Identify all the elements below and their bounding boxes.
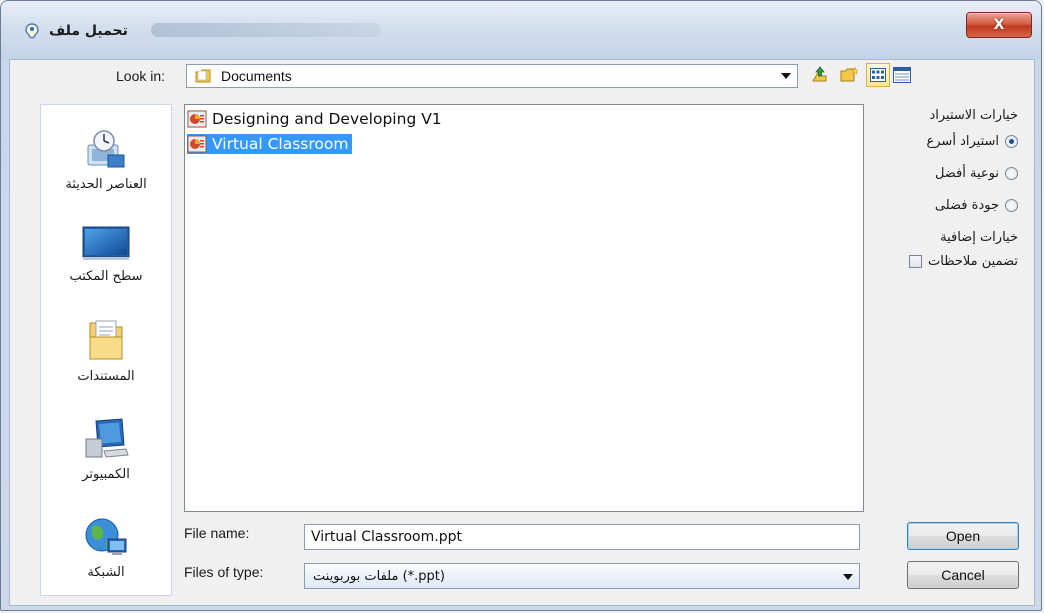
- list-item[interactable]: Designing and Developing V1: [187, 109, 446, 129]
- include-notes-label: تضمين ملاحظات: [928, 254, 1018, 269]
- dialog-title: تحميل ملف: [49, 23, 128, 39]
- close-icon: X: [993, 17, 1005, 33]
- title-group: تحميل ملف: [23, 19, 128, 43]
- look-in-dropdown[interactable]: Documents: [186, 64, 798, 88]
- radio-label: نوعية أفضل: [934, 166, 999, 181]
- include-notes-option[interactable]: تضمين ملاحظات: [909, 254, 1018, 269]
- files-of-type-value: ملفات بوربوينت (*.ppt): [313, 568, 445, 584]
- place-label: الكمبيوتر: [82, 467, 130, 482]
- place-label: الشبكة: [87, 565, 125, 580]
- file-list[interactable]: Designing and Developing V1 Virtual Clas…: [184, 104, 864, 512]
- cancel-button[interactable]: Cancel: [907, 561, 1019, 589]
- file-name: Virtual Classroom: [212, 135, 349, 153]
- look-in-value: Documents: [221, 68, 292, 84]
- title-blur-decoration: [151, 23, 381, 37]
- recent-items-icon: [87, 130, 125, 168]
- import-options-heading: خيارات الاستيراد: [929, 108, 1018, 123]
- details-view-button[interactable]: [890, 63, 914, 87]
- file-name: Designing and Developing V1: [212, 110, 442, 128]
- place-network[interactable]: الشبكة: [41, 515, 171, 580]
- list-view-icon: [870, 68, 886, 82]
- file-open-dialog: تحميل ملف X Look in: Documents العناصر ا…: [0, 0, 1042, 611]
- new-folder-icon: [840, 66, 859, 82]
- dialog-body: Look in: Documents العناصر الحديثة سطح ا…: [9, 59, 1035, 606]
- list-item[interactable]: Virtual Classroom: [187, 134, 353, 154]
- dialog-app-icon: [25, 23, 39, 39]
- place-label: العناصر الحديثة: [65, 177, 147, 192]
- details-view-icon: [893, 67, 911, 83]
- title-bar[interactable]: تحميل ملف X: [1, 1, 1041, 59]
- files-of-type-label: Files of type:: [184, 564, 264, 580]
- chevron-down-icon: [781, 73, 791, 79]
- radio-label: جودة فضلى: [934, 198, 999, 213]
- folder-icon: [195, 69, 211, 83]
- place-label: المستندات: [77, 369, 135, 384]
- places-bar: العناصر الحديثة سطح المكتب المستندات الك…: [40, 104, 172, 596]
- radio-button[interactable]: [1005, 199, 1018, 212]
- import-options-panel: خيارات الاستيراد استيراد أسرع نوعية أفضل…: [868, 104, 1028, 304]
- place-computer[interactable]: الكمبيوتر: [41, 417, 171, 482]
- up-folder-button[interactable]: [808, 63, 832, 87]
- computer-icon: [85, 418, 129, 458]
- radio-button[interactable]: [1005, 167, 1018, 180]
- radio-button-checked[interactable]: [1005, 135, 1018, 148]
- place-recent-items[interactable]: العناصر الحديثة: [41, 127, 171, 192]
- radio-best-quality[interactable]: جودة فضلى: [935, 198, 1018, 213]
- open-button[interactable]: Open: [907, 522, 1019, 550]
- extra-options-heading: خيارات إضافية: [940, 230, 1018, 245]
- list-view-button[interactable]: [866, 63, 890, 87]
- network-icon: [85, 518, 127, 555]
- up-folder-icon: [812, 66, 827, 82]
- radio-label: استيراد أسرع: [926, 134, 1000, 149]
- powerpoint-file-icon: [187, 110, 207, 128]
- documents-icon: [89, 320, 123, 360]
- file-name-label: File name:: [184, 525, 250, 541]
- chevron-down-icon: [843, 574, 853, 580]
- new-folder-button[interactable]: [837, 63, 861, 87]
- powerpoint-file-icon: [187, 135, 207, 153]
- look-in-label: Look in:: [116, 68, 166, 84]
- files-of-type-dropdown[interactable]: ملفات بوربوينت (*.ppt): [304, 563, 860, 589]
- file-name-input[interactable]: Virtual Classroom.ppt: [304, 524, 860, 550]
- desktop-icon: [82, 226, 130, 260]
- include-notes-checkbox[interactable]: [909, 255, 923, 268]
- place-documents[interactable]: المستندات: [41, 317, 171, 384]
- radio-better-quality[interactable]: نوعية أفضل: [935, 166, 1018, 181]
- close-button[interactable]: X: [966, 12, 1032, 38]
- radio-faster-import[interactable]: استيراد أسرع: [926, 134, 1018, 149]
- place-desktop[interactable]: سطح المكتب: [41, 223, 171, 284]
- place-label: سطح المكتب: [69, 269, 143, 284]
